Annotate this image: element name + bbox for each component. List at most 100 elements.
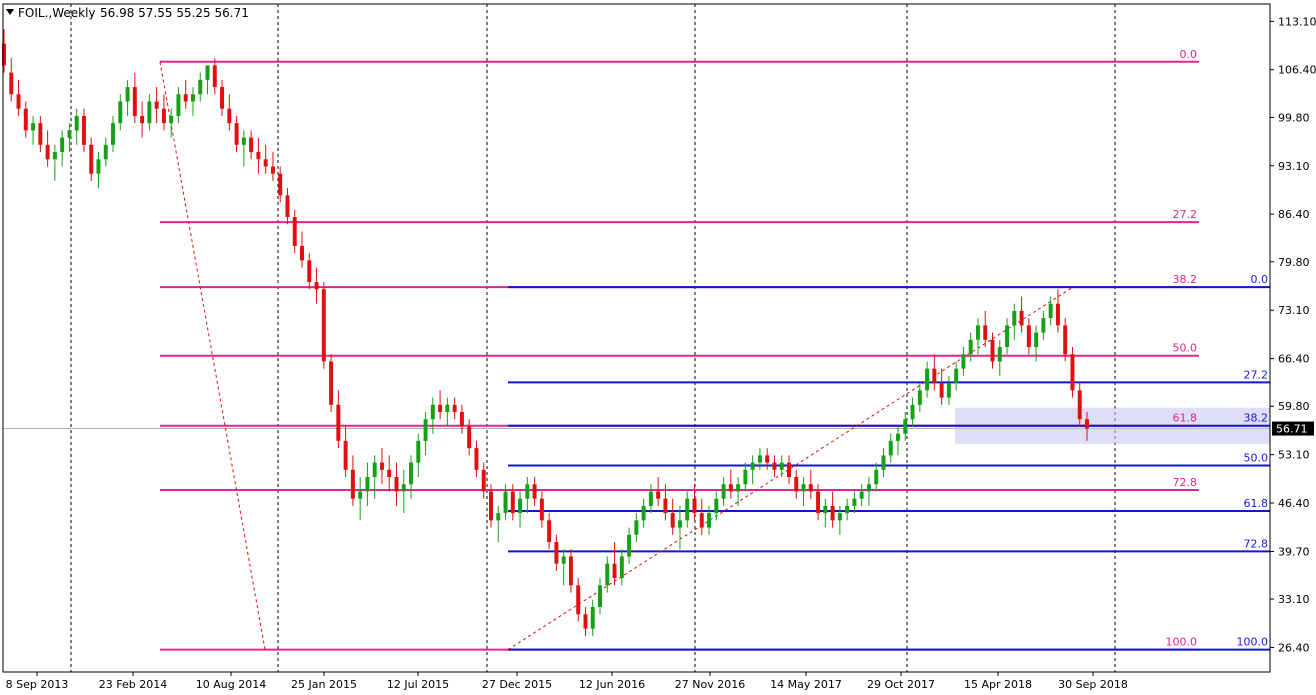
candle-body <box>896 433 901 441</box>
candle-body <box>641 505 646 521</box>
candle-body <box>307 260 312 283</box>
y-tick-label: 73.10 <box>1278 304 1310 317</box>
candle-body <box>852 498 857 506</box>
fib-label-pink: 100.0 <box>1166 636 1198 649</box>
candle-body <box>459 412 464 427</box>
candle-body <box>38 123 43 145</box>
y-tick-label: 33.10 <box>1278 593 1310 606</box>
candle-body <box>190 94 195 102</box>
candle-body <box>350 469 355 499</box>
candle-body <box>801 484 806 492</box>
candle-body <box>866 484 871 492</box>
candle-body <box>888 440 893 456</box>
candle-body <box>256 152 261 160</box>
candle-body <box>96 159 101 174</box>
candle-body <box>939 383 944 398</box>
fib-label-blue: 50.0 <box>1244 451 1269 464</box>
chart-window[interactable]: 0.0 27.2 38.2 50.0 61.8 72.8 100.0 0.0 27.2 38.2 5… <box>0 0 1316 695</box>
candle-body <box>605 563 610 586</box>
y-tick-label: 99.80 <box>1278 111 1310 124</box>
candle-body <box>903 419 908 434</box>
candle-body <box>634 520 639 535</box>
candle-body <box>547 520 552 543</box>
candle-body <box>212 65 217 88</box>
ohlc-values: 56.98 57.55 55.25 56.71 <box>100 6 249 20</box>
x-tick-label: 27 Dec 2015 <box>482 678 552 691</box>
candle-body <box>859 491 864 499</box>
candle-body <box>997 347 1002 362</box>
candle-body <box>612 563 617 579</box>
y-tick-label: 93.10 <box>1278 160 1310 173</box>
candle-body <box>452 404 457 413</box>
candle-body <box>336 404 341 441</box>
symbol-timeframe: FOIL.,Weekly <box>18 6 96 20</box>
candle-body <box>394 477 399 492</box>
candle-body <box>677 520 682 528</box>
x-tick-label: 8 Sep 2013 <box>6 678 69 691</box>
candle-body <box>968 339 973 355</box>
candle-body <box>757 455 762 463</box>
y-tick-label: 59.80 <box>1278 400 1310 413</box>
candle-body <box>1085 419 1089 429</box>
candle-body <box>830 505 835 521</box>
candle-body <box>910 404 915 420</box>
fib-label-blue: 72.8 <box>1244 537 1269 550</box>
candle-body <box>656 491 661 499</box>
y-tick-label: 26.40 <box>1278 641 1310 654</box>
candle-body <box>263 159 268 167</box>
candle-body <box>9 72 14 95</box>
candle-body <box>787 462 791 478</box>
candle-body <box>1019 310 1024 326</box>
candle-body <box>401 484 406 492</box>
candle-body <box>292 217 297 246</box>
x-tick-label: 27 Nov 2016 <box>675 678 745 691</box>
candle-body <box>503 491 508 514</box>
price-chart[interactable]: 0.0 27.2 38.2 50.0 61.8 72.8 100.0 0.0 27.2 38.2 5… <box>0 0 1316 695</box>
candle-body <box>438 404 443 413</box>
candle-body <box>430 404 435 420</box>
fib-label-pink: 27.2 <box>1173 208 1198 221</box>
candle-body <box>154 101 159 109</box>
candle-body <box>481 469 486 492</box>
candle-body <box>496 513 501 521</box>
candle-body <box>627 534 632 557</box>
x-tick-label: 23 Feb 2014 <box>99 678 167 691</box>
candle-body <box>372 462 377 478</box>
x-tick-label: 30 Sep 2018 <box>1058 678 1128 691</box>
candle-body <box>31 123 36 131</box>
candle-body <box>794 477 799 492</box>
candle-body <box>990 339 995 362</box>
triangle-down-icon[interactable] <box>6 9 14 15</box>
candle-body <box>321 289 326 362</box>
candle-body <box>52 152 57 160</box>
axes: 8 Sep 2013 23 Feb 2014 10 Aug 2014 25 Jan 2… <box>2 3 1316 691</box>
candle-body <box>685 498 690 521</box>
y-tick-label: 113.10 <box>1278 15 1316 28</box>
candle-body <box>161 108 166 124</box>
fib-label-blue: 0.0 <box>1251 273 1269 286</box>
candle-body <box>619 556 624 579</box>
candle-body <box>561 556 566 564</box>
candle-body <box>983 325 988 340</box>
candle-body <box>183 94 188 102</box>
candle-body <box>823 505 828 514</box>
candle-body <box>285 195 290 218</box>
candle-body <box>663 498 668 514</box>
candle-body <box>329 361 334 405</box>
candle-body <box>670 513 675 528</box>
candle-body <box>81 115 86 145</box>
y-tick-label: 106.40 <box>1278 64 1316 77</box>
fib-label-blue: 38.2 <box>1244 412 1269 425</box>
fib-label-blue: 61.8 <box>1244 497 1269 510</box>
candle-body <box>489 491 493 521</box>
current-price-label: 56.71 <box>1276 423 1308 436</box>
fib-label-pink: 0.0 <box>1180 48 1198 61</box>
candle-body <box>249 137 254 153</box>
candle-body <box>234 123 239 145</box>
x-tick-label: 15 Apr 2018 <box>964 678 1032 691</box>
candle-body <box>67 130 72 138</box>
candle-body <box>118 101 123 124</box>
candle-body <box>343 440 348 470</box>
candle-body <box>278 173 283 196</box>
fib-label-pink: 72.8 <box>1173 476 1198 489</box>
